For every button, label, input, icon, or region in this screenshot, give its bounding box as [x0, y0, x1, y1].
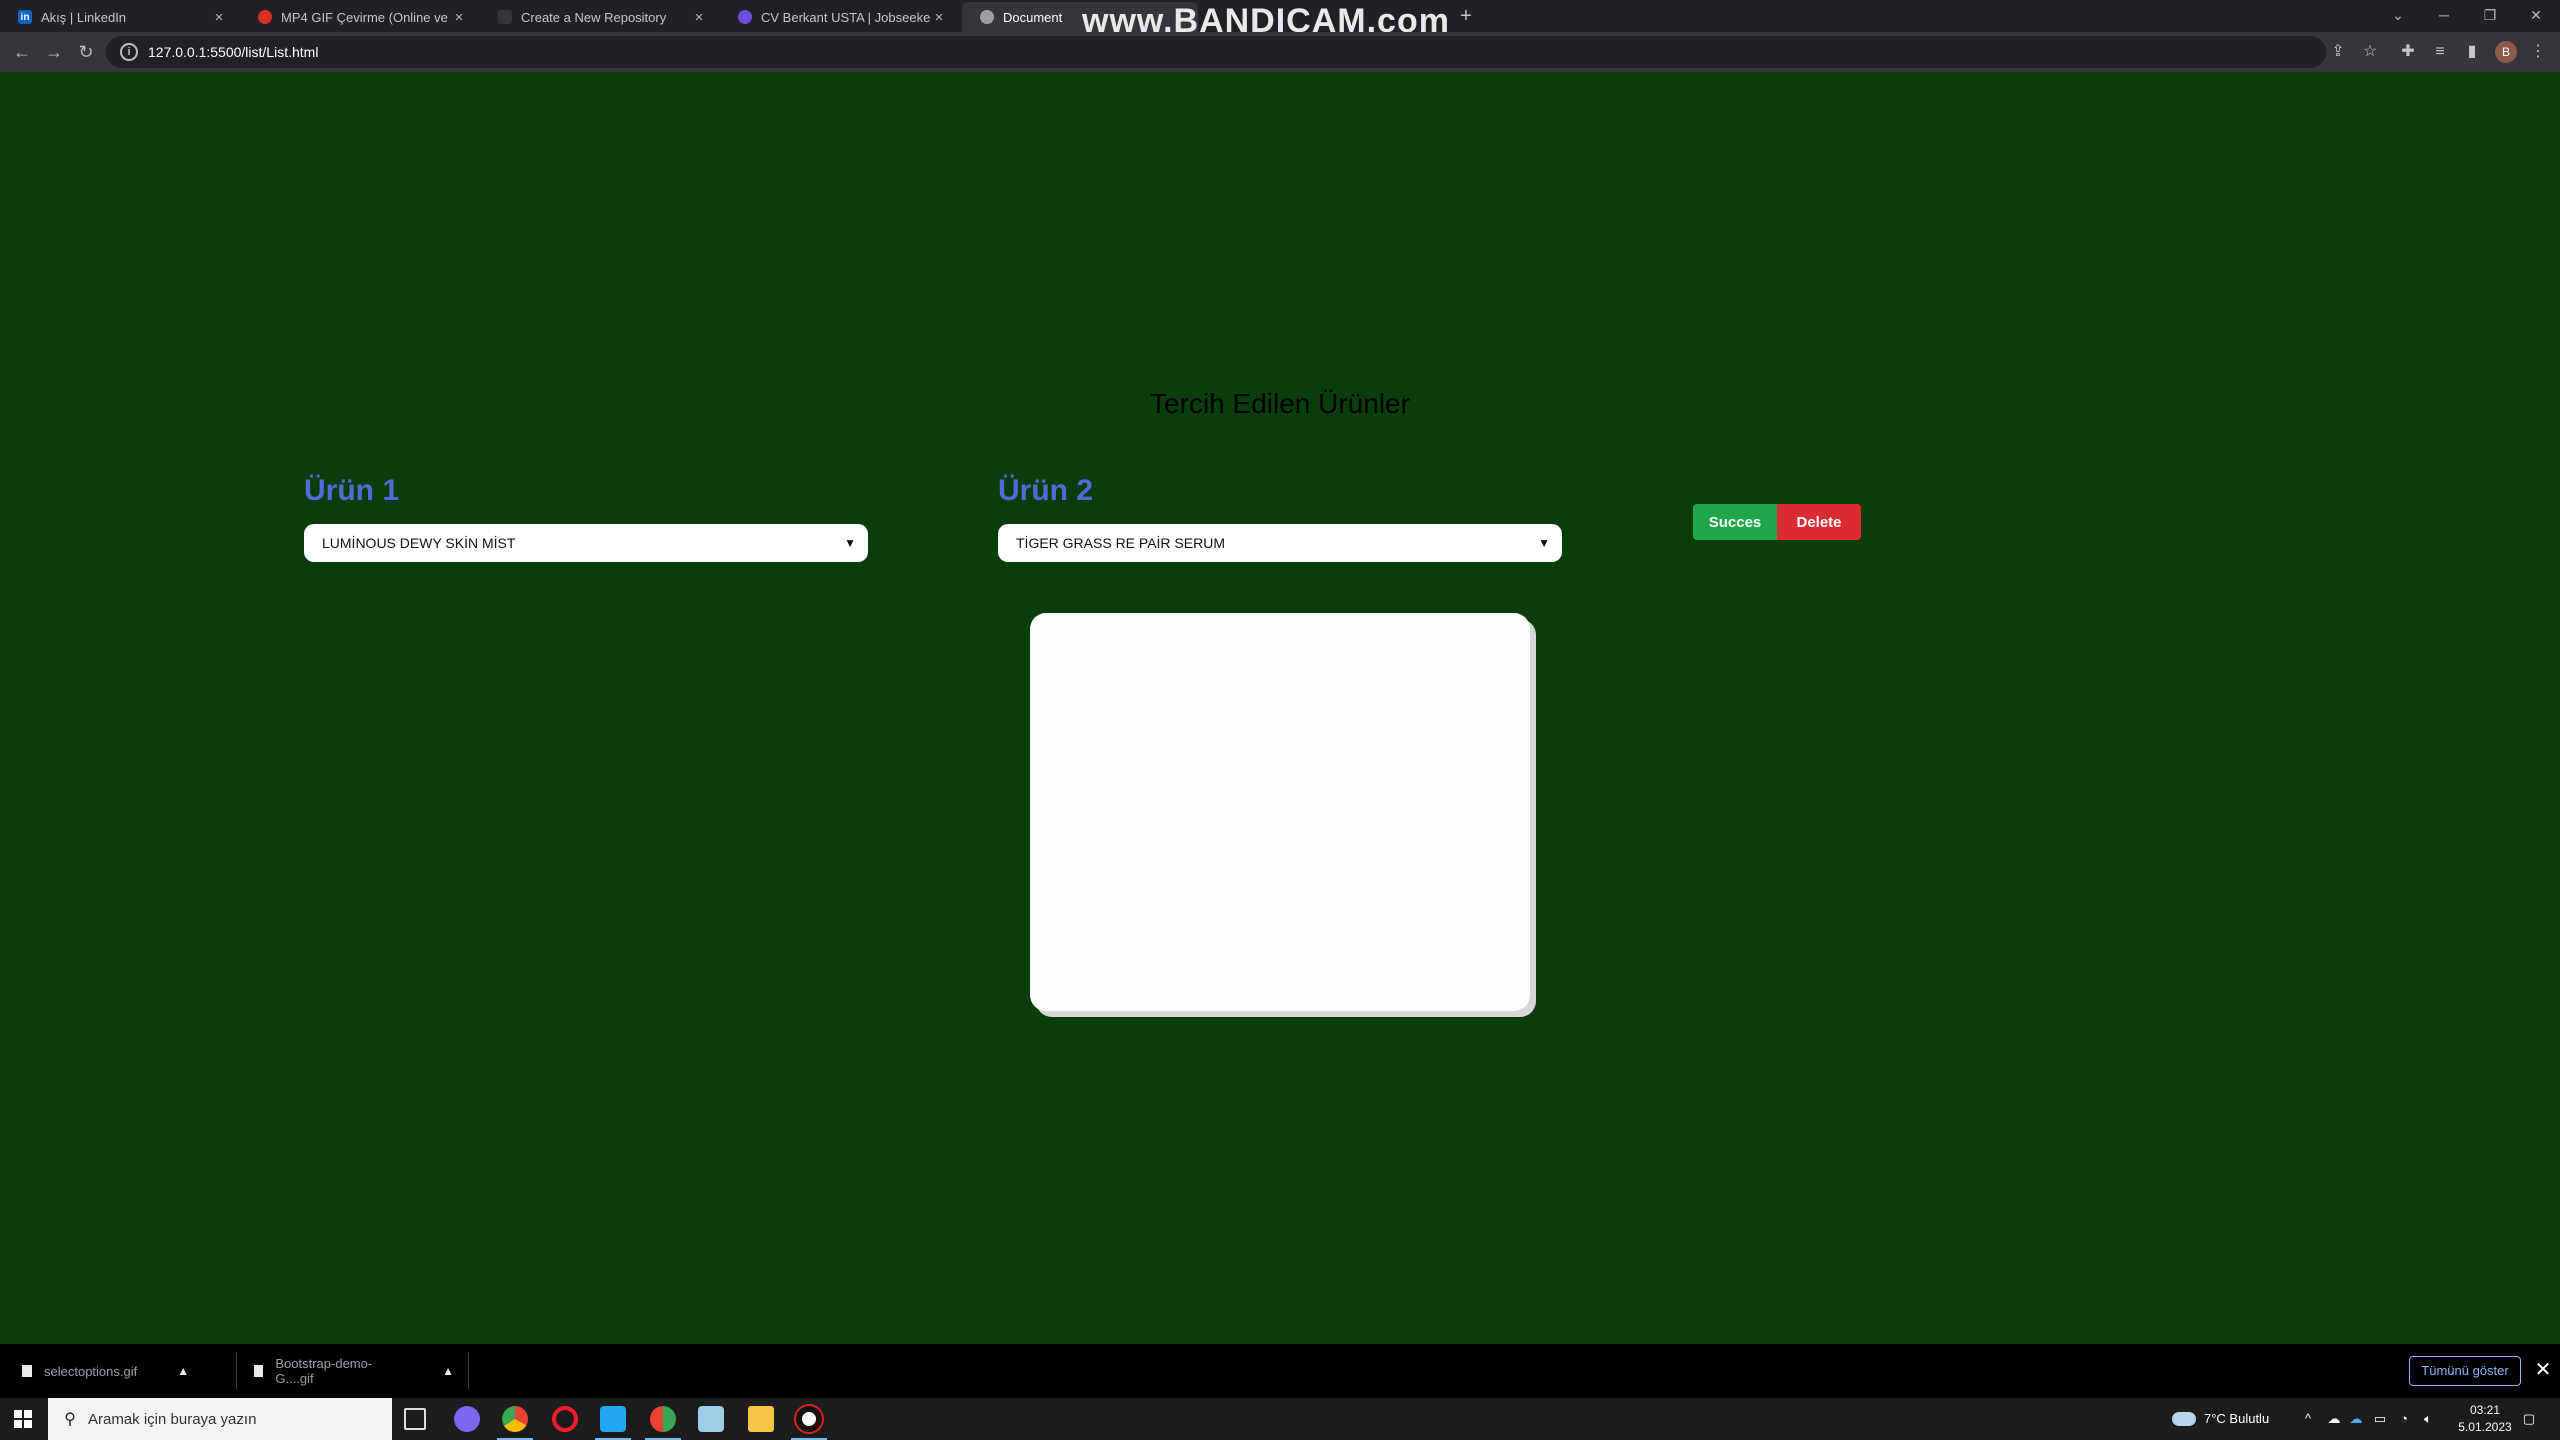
page-title: Tercih Edilen Ürünler: [1150, 388, 1410, 419]
close-tab-icon[interactable]: ×: [450, 9, 468, 26]
file-icon: [254, 1365, 264, 1377]
browser-tab-strip: in Akış | LinkedIn × MP4 GIF Çevirme (On…: [0, 0, 2560, 38]
bookmark-star-icon[interactable]: ☆: [2360, 42, 2380, 62]
download-item[interactable]: selectoptions.gif ▲: [22, 1344, 222, 1398]
product-2-selected-value: TİGER GRASS RE PAİR SERUM: [1016, 535, 1225, 551]
address-bar[interactable]: i 127.0.0.1:5500/list/List.html: [106, 36, 2326, 68]
close-downloads-icon[interactable]: ✕: [2532, 1358, 2554, 1382]
tab-title: Akış | LinkedIn: [41, 9, 127, 25]
product-2-select[interactable]: TİGER GRASS RE PAİR SERUM ▼: [998, 524, 1562, 562]
globe-icon: [980, 10, 994, 24]
taskbar-search-box[interactable]: ⚲ Aramak için buraya yazın: [48, 1398, 392, 1440]
tab-create-repository[interactable]: Create a New Repository ×: [480, 2, 716, 32]
product-card: [1030, 613, 1530, 1011]
browser-toolbar: ← → ↻ i 127.0.0.1:5500/list/List.html ⇪ …: [0, 32, 2560, 72]
reading-list-icon[interactable]: ≡: [2430, 42, 2450, 62]
share-icon[interactable]: ⇪: [2328, 42, 2348, 62]
reload-icon[interactable]: ↻: [72, 38, 100, 66]
download-filename: selectoptions.gif: [44, 1363, 138, 1379]
url-text: 127.0.0.1:5500/list/List.html: [148, 44, 319, 60]
close-tab-icon[interactable]: ×: [690, 9, 708, 26]
windows-taskbar: ⚲ Aramak için buraya yazın 7°C Bulutlu ^…: [0, 1398, 2560, 1440]
extensions-icon[interactable]: ✚: [2398, 42, 2418, 62]
notification-icon[interactable]: ▢: [2516, 1398, 2542, 1440]
linkedin-icon: in: [18, 10, 32, 24]
product-2-label: Ürün 2: [998, 474, 1094, 507]
chrome-app-icon[interactable]: [502, 1406, 528, 1432]
chrome-profile-app-icon[interactable]: [650, 1406, 676, 1432]
minimize-icon[interactable]: ─: [2422, 0, 2466, 32]
chevron-up-icon[interactable]: ▲: [177, 1364, 189, 1378]
success-button[interactable]: Succes: [1693, 504, 1777, 540]
download-item[interactable]: Bootstrap-demo-G....gif ▲: [254, 1344, 454, 1398]
product-1-label: Ürün 1: [304, 474, 400, 507]
chevron-up-icon[interactable]: ▲: [442, 1364, 454, 1378]
delete-button[interactable]: Delete: [1777, 504, 1861, 540]
restore-icon[interactable]: ❐: [2468, 0, 2512, 32]
product-1-select[interactable]: LUMİNOUS DEWY SKİN MİST ▼: [304, 524, 868, 562]
converter-icon: [258, 10, 272, 24]
weather-widget[interactable]: 7°C Bulutlu: [2172, 1398, 2269, 1440]
tab-title: CV Berkant USTA | Jobseeker: [761, 9, 930, 25]
discord-app-icon[interactable]: [454, 1406, 480, 1432]
chevron-up-icon[interactable]: ^: [2300, 1398, 2316, 1440]
tab-cv-jobseeker[interactable]: CV Berkant USTA | Jobseeker ×: [720, 2, 956, 32]
github-icon: [498, 10, 512, 24]
chevron-down-icon: ▼: [844, 536, 856, 550]
cloud-icon: [2172, 1412, 2196, 1426]
close-window-icon[interactable]: ✕: [2514, 0, 2558, 32]
file-explorer-app-icon[interactable]: [748, 1406, 774, 1432]
tab-mp4-gif[interactable]: MP4 GIF Çevirme (Online ve ücre ×: [240, 2, 476, 32]
task-view-icon[interactable]: [404, 1408, 426, 1430]
tab-search-icon[interactable]: ⌄: [2376, 0, 2420, 32]
close-tab-icon[interactable]: ×: [930, 9, 948, 26]
weather-text: 7°C Bulutlu: [2204, 1411, 2270, 1426]
tab-title: MP4 GIF Çevirme (Online ve ücre: [281, 9, 450, 25]
file-icon: [22, 1365, 32, 1377]
tab-title: Create a New Repository: [521, 9, 667, 25]
back-icon[interactable]: ←: [8, 38, 36, 66]
jobseeker-icon: [738, 10, 752, 24]
profile-avatar[interactable]: B: [2495, 41, 2517, 63]
show-all-downloads-button[interactable]: Tümünü göster: [2409, 1356, 2521, 1386]
side-panel-icon[interactable]: ▮: [2462, 42, 2482, 62]
onedrive-icon[interactable]: ☁: [2324, 1398, 2344, 1440]
downloads-bar: selectoptions.gif ▲ Bootstrap-demo-G....…: [0, 1344, 2560, 1398]
divider: [236, 1352, 237, 1390]
battery-icon[interactable]: ▭: [2370, 1398, 2390, 1440]
chevron-down-icon: ▼: [1538, 536, 1550, 550]
tab-linkedin[interactable]: in Akış | LinkedIn ×: [0, 2, 236, 32]
search-icon: ⚲: [64, 1411, 76, 1428]
new-tab-button[interactable]: +: [1454, 4, 1478, 28]
close-tab-icon[interactable]: ×: [210, 9, 228, 26]
opera-app-icon[interactable]: [552, 1406, 578, 1432]
notepad-app-icon[interactable]: [698, 1406, 724, 1432]
bandicam-app-icon[interactable]: [796, 1406, 822, 1432]
divider: [468, 1352, 469, 1390]
volume-icon[interactable]: 🔈︎: [2418, 1398, 2438, 1440]
onedrive-personal-icon[interactable]: ☁: [2346, 1398, 2366, 1440]
product-1-selected-value: LUMİNOUS DEWY SKİN MİST: [322, 535, 516, 551]
wifi-icon[interactable]: ◔: [2394, 1398, 2414, 1440]
vscode-app-icon[interactable]: [600, 1406, 626, 1432]
taskbar-search-placeholder: Aramak için buraya yazın: [88, 1410, 257, 1428]
windows-start-icon[interactable]: [14, 1410, 32, 1428]
download-filename: Bootstrap-demo-G....gif: [275, 1356, 373, 1386]
menu-kebab-icon[interactable]: ⋮: [2528, 42, 2548, 62]
info-icon[interactable]: i: [120, 43, 138, 61]
forward-icon[interactable]: →: [40, 38, 68, 66]
